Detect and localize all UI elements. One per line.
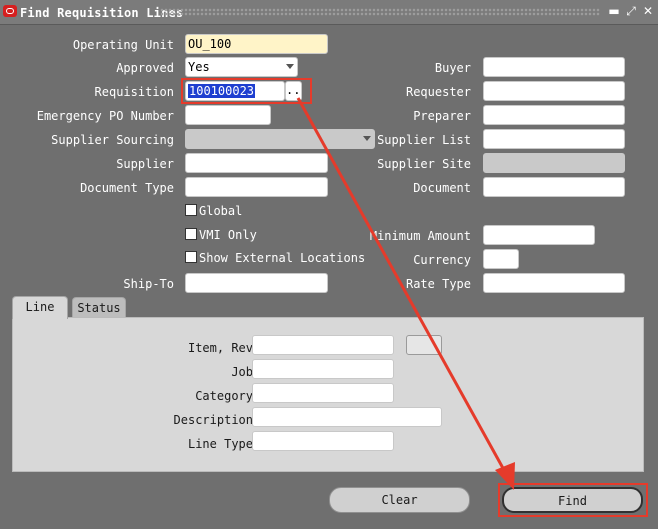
arrow-head-icon [495, 462, 515, 490]
tab-line-label: Line [25, 300, 55, 314]
arrow-line [296, 97, 506, 471]
tab-line[interactable]: Line [12, 296, 68, 319]
annotation-arrow [296, 97, 515, 490]
